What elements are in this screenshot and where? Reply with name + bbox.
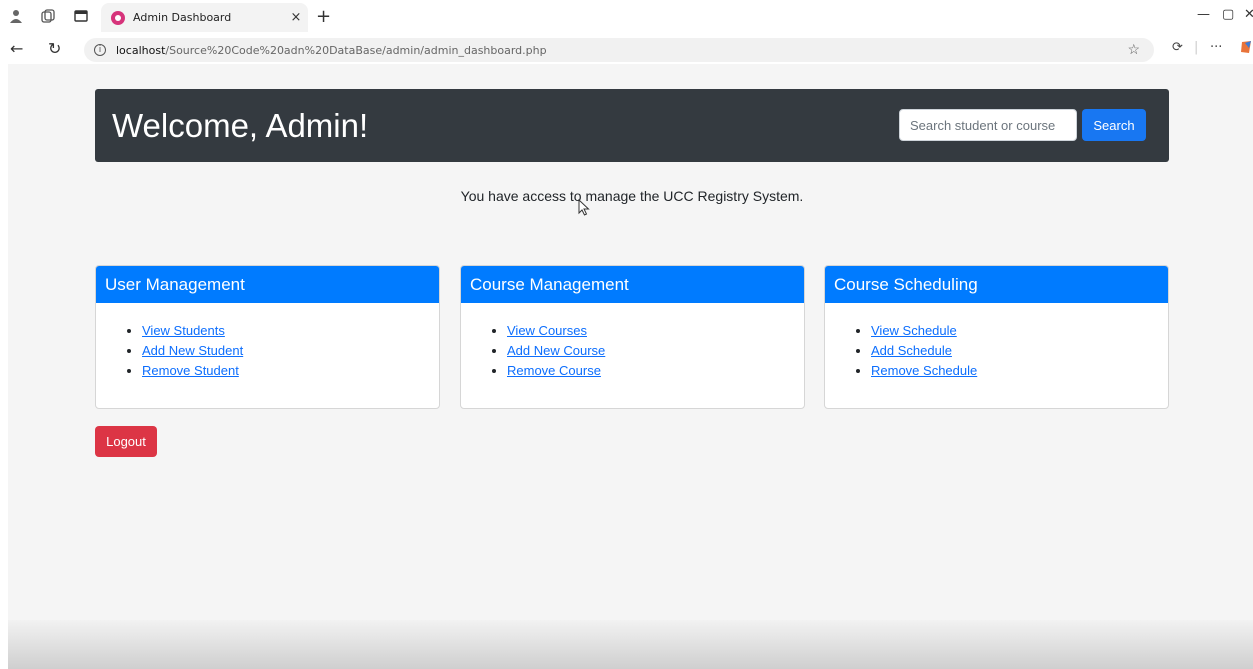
- minimize-icon[interactable]: —: [1197, 7, 1210, 22]
- restore-icon[interactable]: ▢: [1222, 7, 1234, 22]
- browser-tab-bar: Admin Dashboard × + — ▢ ✕: [0, 0, 1253, 36]
- close-tab-icon[interactable]: ×: [284, 10, 308, 25]
- collections-icon[interactable]: [40, 8, 56, 24]
- card-course-management: Course Management View Courses Add New C…: [460, 265, 805, 409]
- address-bar-row: ← ↻ i localhost/Source%20Code%20adn%20Da…: [0, 36, 1253, 64]
- refresh-icon[interactable]: ↻: [48, 39, 61, 58]
- card-title: Course Management: [461, 266, 804, 303]
- list-item: Add Schedule: [871, 341, 1168, 361]
- dashboard-header: Welcome, Admin! Search: [95, 89, 1169, 162]
- card-body: View Courses Add New Course Remove Cours…: [461, 303, 804, 381]
- link-list: View Students Add New Student Remove Stu…: [124, 321, 439, 381]
- search-button[interactable]: Search: [1082, 109, 1146, 141]
- more-menu-icon[interactable]: ···: [1210, 40, 1222, 55]
- list-item: Remove Course: [507, 361, 804, 381]
- tab-title: Admin Dashboard: [133, 11, 232, 24]
- new-tab-button[interactable]: +: [316, 6, 331, 27]
- list-item: Remove Student: [142, 361, 439, 381]
- list-item: View Schedule: [871, 321, 1168, 341]
- close-window-icon[interactable]: ✕: [1244, 7, 1253, 22]
- card-course-scheduling: Course Scheduling View Schedule Add Sche…: [824, 265, 1169, 409]
- link-list: View Courses Add New Course Remove Cours…: [489, 321, 804, 381]
- card-body: View Schedule Add Schedule Remove Schedu…: [825, 303, 1168, 381]
- list-item: Add New Course: [507, 341, 804, 361]
- back-arrow-icon[interactable]: ←: [10, 39, 23, 58]
- remove-course-link[interactable]: Remove Course: [507, 363, 601, 378]
- site-favicon-icon: [111, 10, 125, 25]
- url-host: localhost: [116, 43, 166, 57]
- page-bottom-shade: [8, 620, 1253, 669]
- card-title: User Management: [96, 266, 439, 303]
- search-input[interactable]: [899, 109, 1077, 141]
- link-list: View Schedule Add Schedule Remove Schedu…: [853, 321, 1168, 381]
- card-body: View Students Add New Student Remove Stu…: [96, 303, 439, 381]
- favorite-star-icon[interactable]: ☆: [1127, 41, 1140, 58]
- toolbar-divider: |: [1194, 40, 1199, 55]
- add-new-course-link[interactable]: Add New Course: [507, 343, 605, 358]
- url-text: localhost/Source%20Code%20adn%20DataBase…: [116, 44, 547, 57]
- extensions-icon[interactable]: ⟳: [1172, 40, 1183, 55]
- access-message: You have access to manage the UCC Regist…: [460, 188, 804, 204]
- add-schedule-link[interactable]: Add Schedule: [871, 343, 952, 358]
- page-title: Welcome, Admin!: [112, 107, 369, 144]
- logout-button[interactable]: Logout: [95, 426, 157, 457]
- view-students-link[interactable]: View Students: [142, 323, 225, 338]
- list-item: Remove Schedule: [871, 361, 1168, 381]
- profile-icon[interactable]: [8, 8, 24, 24]
- view-courses-link[interactable]: View Courses: [507, 323, 587, 338]
- remove-schedule-link[interactable]: Remove Schedule: [871, 363, 977, 378]
- list-item: Add New Student: [142, 341, 439, 361]
- url-path: /Source%20Code%20adn%20DataBase/admin/ad…: [165, 43, 547, 57]
- remove-student-link[interactable]: Remove Student: [142, 363, 239, 378]
- view-schedule-link[interactable]: View Schedule: [871, 323, 957, 338]
- copilot-icon[interactable]: [1240, 40, 1253, 58]
- tab-actions-icon[interactable]: [73, 8, 89, 24]
- url-field[interactable]: i localhost/Source%20Code%20adn%20DataBa…: [84, 38, 1154, 62]
- list-item: View Courses: [507, 321, 804, 341]
- tab-admin-dashboard[interactable]: Admin Dashboard ×: [101, 3, 308, 32]
- card-title: Course Scheduling: [825, 266, 1168, 303]
- add-new-student-link[interactable]: Add New Student: [142, 343, 243, 358]
- list-item: View Students: [142, 321, 439, 341]
- site-info-icon[interactable]: i: [94, 44, 106, 56]
- card-user-management: User Management View Students Add New St…: [95, 265, 440, 409]
